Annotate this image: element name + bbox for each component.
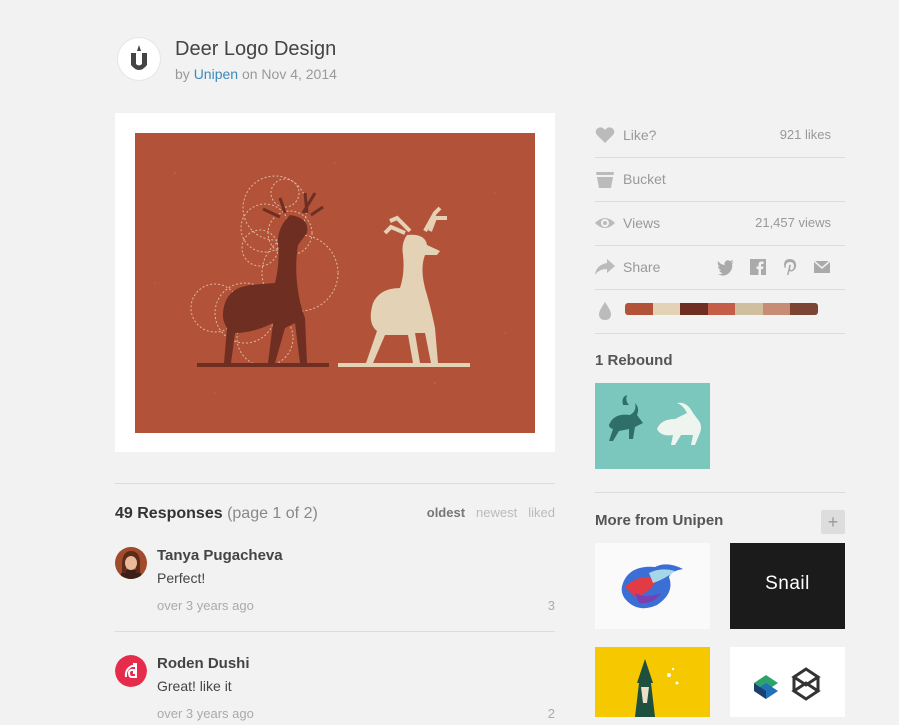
rebound-title: 1 Rebound — [595, 352, 673, 369]
sort-liked[interactable]: liked — [528, 505, 555, 520]
wizard-artwork — [635, 659, 679, 717]
comment-likes[interactable]: 3 — [548, 598, 555, 613]
share-row: Share — [595, 245, 845, 290]
bucket-row[interactable]: Bucket — [595, 157, 845, 202]
bucket-icon — [596, 172, 614, 188]
person-photo-icon — [115, 547, 147, 579]
rebound-thumbnail[interactable] — [595, 383, 710, 469]
more-shot-thumbnail[interactable] — [595, 543, 710, 629]
views-count: 21,457 views — [755, 215, 831, 230]
responses-sort: oldest newest liked — [427, 505, 555, 520]
like-label: Like? — [623, 127, 657, 143]
heart-icon — [595, 127, 615, 143]
responses-heading: 49 Responses (page 1 of 2) — [115, 505, 318, 523]
comment-item: Tanya Pugacheva Perfect! over 3 years ag… — [115, 547, 555, 617]
commenter-avatar[interactable] — [115, 547, 147, 579]
color-palette-row — [595, 289, 845, 334]
deer-artwork — [154, 162, 506, 394]
comment-time[interactable]: over 3 years ago — [157, 706, 254, 721]
comment-time[interactable]: over 3 years ago — [157, 598, 254, 613]
commenter-name[interactable]: Roden Dushi — [157, 655, 250, 672]
views-label: Views — [623, 215, 661, 231]
color-palette — [625, 303, 818, 315]
author-link[interactable]: Unipen — [194, 66, 238, 82]
pinterest-icon[interactable] — [781, 258, 799, 276]
more-shot-thumbnail[interactable] — [730, 647, 845, 717]
drop-icon — [599, 302, 611, 320]
shot-title: Deer Logo Design — [175, 38, 337, 60]
color-swatch[interactable] — [707, 303, 735, 315]
color-swatch[interactable] — [735, 303, 763, 315]
author-avatar[interactable] — [117, 37, 161, 81]
snail-logo-text: Snail — [765, 573, 810, 594]
commenter-name[interactable]: Tanya Pugacheva — [157, 547, 283, 564]
share-label: Share — [623, 259, 661, 275]
shot-image-frame[interactable] — [115, 113, 555, 452]
color-swatch[interactable] — [680, 303, 708, 315]
bull-artwork — [609, 395, 701, 445]
by-prefix: by — [175, 66, 190, 82]
responses-count: 49 Responses — [115, 505, 223, 522]
sort-oldest[interactable]: oldest — [427, 505, 465, 520]
twitter-icon[interactable] — [717, 258, 735, 276]
share-arrow-icon — [595, 259, 615, 275]
dribbble-logo-icon — [115, 655, 147, 687]
unipen-logo-icon — [131, 45, 147, 70]
color-swatch[interactable] — [652, 303, 680, 315]
color-swatch[interactable] — [790, 303, 818, 315]
comment-item: Roden Dushi Great! like it over 3 years … — [115, 655, 555, 725]
eye-icon — [595, 218, 615, 228]
like-count[interactable]: 921 likes — [780, 127, 831, 142]
responses-page: (page 1 of 2) — [227, 505, 318, 522]
comment-likes[interactable]: 2 — [548, 706, 555, 721]
more-divider — [595, 492, 845, 493]
sort-newest[interactable]: newest — [476, 505, 517, 520]
commenter-avatar[interactable] — [115, 655, 147, 687]
more-shot-thumbnail[interactable]: Snail — [730, 543, 845, 629]
color-swatch[interactable] — [762, 303, 790, 315]
shot-image[interactable] — [135, 133, 535, 433]
comment-text: Great! like it — [157, 678, 232, 694]
responses-divider — [115, 483, 555, 484]
color-swatch[interactable] — [625, 303, 653, 315]
comment-text: Perfect! — [157, 570, 206, 586]
on-prefix: on — [241, 66, 258, 82]
shot-date: Nov 4, 2014 — [261, 66, 337, 82]
comment-divider — [115, 631, 555, 632]
facebook-icon[interactable] — [749, 258, 767, 276]
more-from-title: More from Unipen — [595, 512, 724, 529]
bird-logo-artwork — [621, 564, 683, 609]
like-row[interactable]: Like? 921 likes — [595, 113, 845, 158]
views-row: Views 21,457 views — [595, 201, 845, 246]
byline: by Unipen on Nov 4, 2014 — [175, 66, 337, 82]
add-button[interactable]: + — [821, 510, 845, 534]
email-icon[interactable] — [813, 258, 831, 276]
more-shot-thumbnail[interactable] — [595, 647, 710, 717]
s-logo-artwork — [754, 667, 821, 701]
bucket-label: Bucket — [623, 171, 666, 187]
